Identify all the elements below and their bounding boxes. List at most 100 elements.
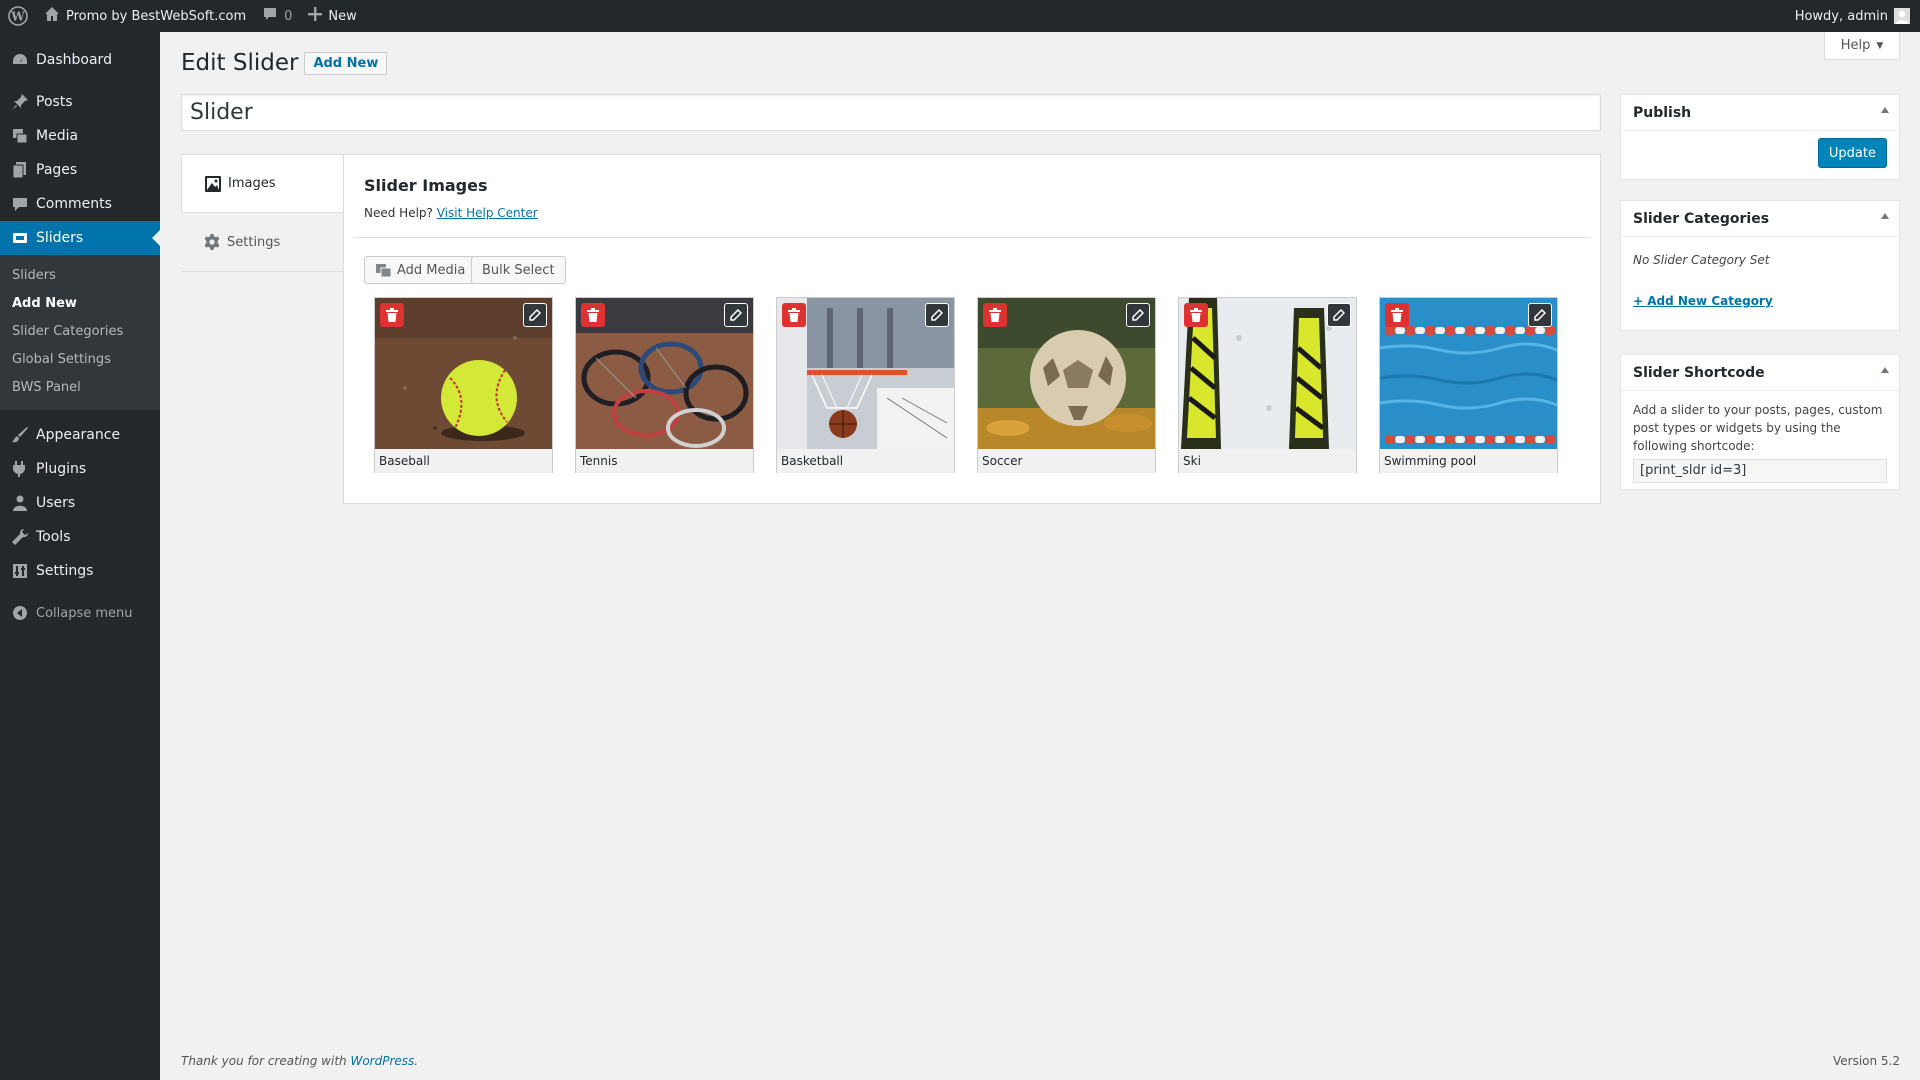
wordpress-logo-icon[interactable]: W — [0, 0, 36, 32]
menu-dashboard[interactable]: Dashboard — [0, 43, 160, 77]
gear-icon — [203, 233, 221, 251]
site-name-link[interactable]: Promo by BestWebSoft.com — [36, 0, 254, 32]
gallery-item[interactable]: Ski — [1178, 297, 1357, 473]
image-icon — [204, 175, 222, 193]
no-category-text: No Slider Category Set — [1633, 253, 1770, 267]
pin-icon — [10, 92, 30, 112]
panel-title: Slider Images — [364, 176, 488, 195]
gallery-item[interactable]: Swimming pool — [1379, 297, 1558, 473]
wordpress-link[interactable]: WordPress — [350, 1054, 414, 1068]
categories-box-header[interactable]: Slider Categories — [1621, 201, 1899, 237]
add-new-button[interactable]: Add New — [304, 51, 388, 75]
delete-button[interactable] — [1184, 303, 1208, 327]
publish-title: Publish — [1633, 104, 1692, 121]
tab-settings-label: Settings — [227, 234, 281, 250]
footer-credit: Thank you for creating with WordPress. — [181, 1054, 418, 1068]
comment-bubble-icon — [262, 6, 278, 26]
menu-tools[interactable]: Tools — [0, 520, 160, 554]
menu-pages[interactable]: Pages — [0, 153, 160, 187]
menu-pages-label: Pages — [36, 162, 78, 178]
publish-box-header[interactable]: Publish — [1621, 95, 1899, 131]
image-caption: Soccer — [978, 449, 1155, 473]
menu-settings[interactable]: Settings — [0, 554, 160, 588]
pencil-icon — [730, 309, 742, 321]
delete-button[interactable] — [983, 303, 1007, 327]
submenu-sliders[interactable]: Sliders — [0, 262, 160, 290]
site-name: Promo by BestWebSoft.com — [66, 8, 247, 24]
admin-menu: Dashboard Posts Media Pages Comments Sli… — [0, 32, 160, 1080]
comments-link[interactable]: 0 — [254, 0, 300, 32]
avatar — [1894, 8, 1910, 24]
add-new-category-link[interactable]: + Add New Category — [1633, 294, 1773, 308]
shortcode-input[interactable]: [print_sldr id=3] — [1633, 459, 1887, 483]
add-media-label: Add Media — [397, 262, 466, 278]
help-label: Help — [1840, 38, 1871, 53]
tab-settings[interactable]: Settings — [181, 213, 343, 272]
submenu-add-new[interactable]: Add New — [0, 290, 160, 318]
slider-title-input[interactable]: Slider — [181, 94, 1601, 131]
footer-period: . — [414, 1054, 419, 1068]
shortcode-box-header[interactable]: Slider Shortcode — [1621, 355, 1899, 391]
publish-box: Publish Update — [1620, 94, 1900, 180]
my-account-link[interactable]: Howdy, admin — [1787, 0, 1920, 32]
edit-button[interactable] — [1327, 303, 1351, 327]
menu-users[interactable]: Users — [0, 486, 160, 520]
delete-button[interactable] — [782, 303, 806, 327]
submenu-global-settings[interactable]: Global Settings — [0, 346, 160, 374]
add-media-button[interactable]: Add Media — [364, 256, 477, 284]
help-text: Need Help? Visit Help Center — [364, 206, 538, 220]
gallery-item[interactable]: Soccer — [977, 297, 1156, 473]
pages-icon — [10, 160, 30, 180]
trash-icon — [788, 308, 800, 322]
edit-button[interactable] — [1126, 303, 1150, 327]
gallery-item[interactable]: Basketball — [776, 297, 955, 473]
menu-media-label: Media — [36, 128, 79, 144]
dashboard-icon — [10, 50, 30, 70]
shortcode-title: Slider Shortcode — [1633, 364, 1765, 381]
update-button[interactable]: Update — [1817, 138, 1887, 168]
gallery-item[interactable]: Baseball — [374, 297, 553, 473]
submenu-slider-categories[interactable]: Slider Categories — [0, 318, 160, 346]
pencil-icon — [529, 309, 541, 321]
collapse-menu-button[interactable]: Collapse menu — [0, 596, 160, 630]
delete-button[interactable] — [1385, 303, 1409, 327]
menu-comments-label: Comments — [36, 196, 112, 212]
menu-posts[interactable]: Posts — [0, 85, 160, 119]
tab-images[interactable]: Images — [181, 154, 343, 213]
help-tab-button[interactable]: Help ▼ — [1824, 32, 1900, 60]
collapse-toggle-icon[interactable] — [1881, 213, 1889, 219]
menu-plugins-label: Plugins — [36, 461, 87, 477]
image-caption: Ski — [1179, 449, 1356, 473]
collapse-toggle-icon[interactable] — [1881, 367, 1889, 373]
main-content: Help ▼ Edit Slider Add New Slider Images… — [160, 32, 1920, 1080]
delete-button[interactable] — [380, 303, 404, 327]
menu-settings-label: Settings — [36, 563, 94, 579]
help-center-link[interactable]: Visit Help Center — [437, 206, 538, 220]
collapse-toggle-icon[interactable] — [1881, 107, 1889, 113]
media-icon — [10, 126, 30, 146]
edit-button[interactable] — [925, 303, 949, 327]
footer-text: Thank you for creating with — [181, 1054, 347, 1068]
menu-sliders[interactable]: Sliders — [0, 221, 160, 255]
bulk-select-button[interactable]: Bulk Select — [471, 256, 566, 284]
new-content-link[interactable]: New — [300, 0, 364, 32]
edit-button[interactable] — [523, 303, 547, 327]
footer-version: Version 5.2 — [1832, 1054, 1900, 1068]
media-icon — [376, 264, 392, 278]
users-icon — [10, 493, 30, 513]
menu-media[interactable]: Media — [0, 119, 160, 153]
pencil-icon — [1333, 309, 1345, 321]
edit-button[interactable] — [724, 303, 748, 327]
menu-appearance[interactable]: Appearance — [0, 418, 160, 452]
menu-comments[interactable]: Comments — [0, 187, 160, 221]
page-header: Edit Slider Add New — [181, 50, 388, 76]
submenu-bws-panel[interactable]: BWS Panel — [0, 374, 160, 402]
edit-button[interactable] — [1528, 303, 1552, 327]
tab-images-label: Images — [228, 176, 276, 191]
delete-button[interactable] — [581, 303, 605, 327]
gallery-item[interactable]: Tennis — [575, 297, 754, 473]
settings-sliders-icon — [10, 561, 30, 581]
categories-body: No Slider Category Set + Add New Categor… — [1621, 237, 1899, 320]
trash-icon — [1190, 308, 1202, 322]
menu-plugins[interactable]: Plugins — [0, 452, 160, 486]
